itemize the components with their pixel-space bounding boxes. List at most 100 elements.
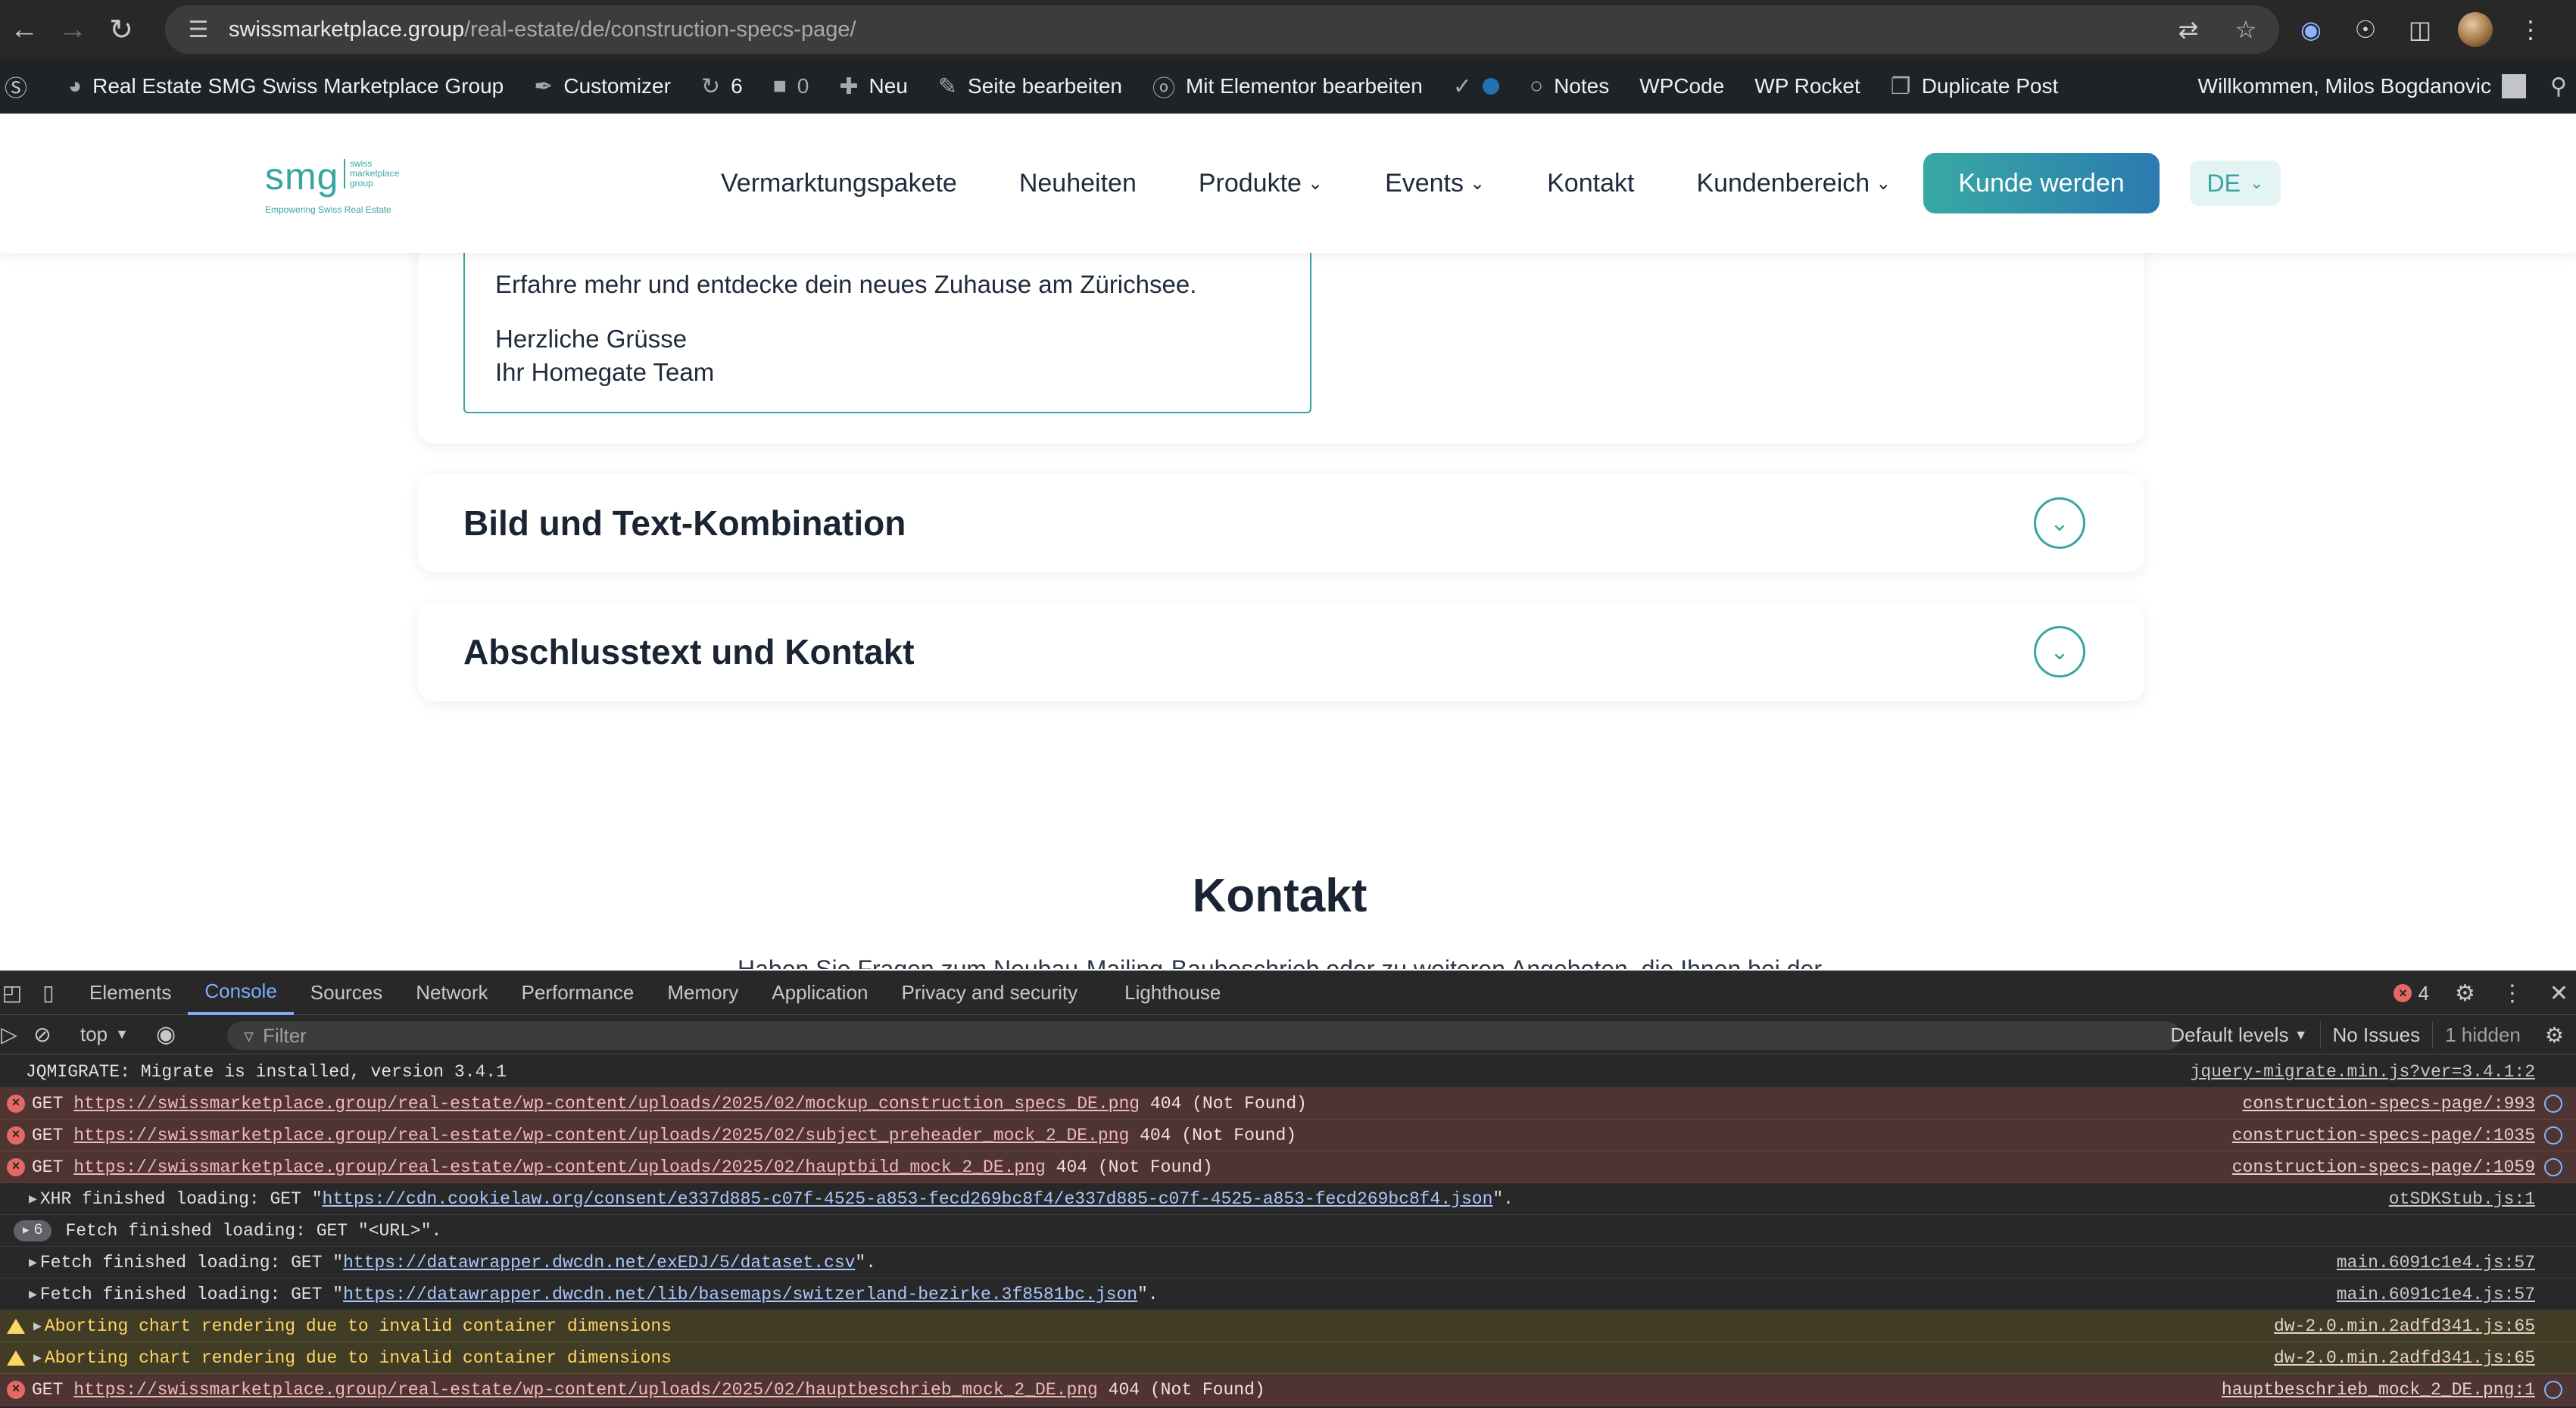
sidebar-toggle-icon[interactable]: ▷ (0, 1022, 18, 1047)
console-message[interactable]: ▶ Fetch finished loading: GET " https://d… (0, 1247, 2576, 1279)
tab-application[interactable]: Application (755, 971, 884, 1015)
compass-extension-icon[interactable]: ☉ (2349, 15, 2382, 44)
address-bar[interactable]: ☰ swissmarketplace.group/real-estate/de/… (165, 5, 2279, 54)
admin-bar-wpcode[interactable]: WPCode (1624, 59, 1739, 114)
expand-triangle-icon[interactable]: ▶ (33, 1350, 42, 1366)
tab-sources[interactable]: Sources (294, 971, 399, 1015)
site-info-icon[interactable]: ☰ (182, 13, 215, 46)
live-expression-eye-icon[interactable]: ◉ (156, 1021, 176, 1048)
smg-logo[interactable]: smg swiss marketplace group Empowering S… (265, 154, 432, 215)
request-url-link[interactable]: https://datawrapper.dwcdn.net/lib/basema… (343, 1285, 1137, 1304)
admin-bar-comments[interactable]: ■ 0 (758, 59, 825, 114)
message-source-link[interactable]: construction-specs-page/:1059 (2232, 1151, 2535, 1183)
back-icon[interactable]: ← (0, 5, 48, 54)
tab-network[interactable]: Network (399, 971, 504, 1015)
tab-performance[interactable]: Performance (505, 971, 651, 1015)
message-source-link[interactable]: dw-2.0.min.2adfd341.js:65 (2274, 1310, 2535, 1342)
console-error[interactable]: × GET https://swissmarketplace.group/rea… (0, 1088, 2576, 1120)
chevron-down-icon[interactable]: ⌄ (2034, 497, 2085, 549)
reload-icon[interactable]: ↻ (97, 5, 145, 54)
admin-bar-new[interactable]: ✚ Neu (824, 59, 923, 114)
admin-bar-edit-page[interactable]: ✎ Seite bearbeiten (923, 59, 1137, 114)
admin-bar-notes[interactable]: ○ Notes (1514, 59, 1624, 114)
console-filter-input[interactable]: ▿ Filter (227, 1021, 2181, 1050)
accordion-bild-text[interactable]: Bild und Text-Kombination ⌄ (418, 474, 2144, 572)
request-url-link[interactable]: https://datawrapper.dwcdn.net/exEDJ/5/da… (343, 1253, 855, 1272)
admin-bar-yoast[interactable]: ✓ (1438, 59, 1514, 114)
console-message[interactable]: JQMIGRATE: Migrate is installed, version… (0, 1056, 2576, 1088)
admin-search-icon[interactable]: ⚲ (2541, 59, 2576, 114)
context-selector[interactable]: top ▼ (80, 1023, 129, 1046)
console-warning[interactable]: ▶ Aborting chart rendering due to invali… (0, 1310, 2576, 1342)
request-url-link[interactable]: https://swissmarketplace.group/real-esta… (73, 1094, 1140, 1114)
become-customer-button[interactable]: Kunde werden (1923, 153, 2160, 213)
request-url-link[interactable]: https://swissmarketplace.group/real-esta… (73, 1157, 1046, 1177)
nav-events[interactable]: Events ⌄ (1385, 169, 1485, 198)
admin-bar-customizer[interactable]: ✒ Customizer (519, 59, 686, 114)
clear-console-icon[interactable]: ⊘ (18, 1022, 67, 1047)
message-source-link[interactable]: otSDKStub.js:1 (2389, 1183, 2535, 1215)
nav-produkte[interactable]: Produkte ⌄ (1199, 169, 1323, 198)
admin-bar-wprocket[interactable]: WP Rocket (1739, 59, 1876, 114)
message-source-link[interactable]: jquery-migrate.min.js?ver=3.4.1:2 (2191, 1056, 2535, 1088)
message-source-link[interactable]: dw-2.0.min.2adfd341.js:65 (2274, 1342, 2535, 1374)
group-count-badge[interactable]: ▶ 6 (14, 1220, 52, 1241)
language-select[interactable]: DE ⌄ (2190, 160, 2281, 206)
admin-bar-duplicate-post[interactable]: ❐ Duplicate Post (1876, 59, 2073, 114)
console-group[interactable]: ▶ 6 Fetch finished loading: GET "<URL>". (0, 1215, 2576, 1247)
url-text[interactable]: swissmarketplace.group/real-estate/de/co… (229, 17, 856, 42)
extensions-puzzle-icon[interactable]: ◫ (2403, 15, 2437, 44)
nav-neuheiten[interactable]: Neuheiten (1019, 169, 1137, 198)
admin-bar-site-name[interactable]: ◕ Real Estate SMG Swiss Marketplace Group (53, 59, 519, 114)
chevron-down-icon[interactable]: ⌄ (2034, 626, 2085, 678)
translate-icon[interactable]: ⇄ (2172, 15, 2205, 44)
expand-triangle-icon[interactable]: ▶ (29, 1286, 37, 1303)
tab-memory[interactable]: Memory (650, 971, 755, 1015)
console-error[interactable]: × GET https://swissmarketplace.group/rea… (0, 1374, 2576, 1406)
message-source-link[interactable]: construction-specs-page/:1035 (2232, 1120, 2535, 1151)
request-url-link[interactable]: https://swissmarketplace.group/real-esta… (73, 1380, 1098, 1400)
admin-bar-account[interactable]: Willkommen, Milos Bogdanovic (2183, 59, 2541, 114)
request-url-link[interactable]: https://cdn.cookielaw.org/consent/e337d8… (323, 1189, 1493, 1209)
issues-button[interactable]: No Issues (2319, 1021, 2433, 1048)
network-globe-icon[interactable] (2544, 1095, 2562, 1113)
message-source-link[interactable]: construction-specs-page/:993 (2243, 1088, 2535, 1120)
admin-bar-updates[interactable]: ↻ 6 (686, 59, 758, 114)
tab-privacy-security[interactable]: Privacy and security (885, 971, 1095, 1015)
console-message[interactable]: ▶ Fetch finished loading: GET " https://d… (0, 1279, 2576, 1310)
log-levels-dropdown[interactable]: Default levels ▼ (2158, 1021, 2319, 1048)
message-source-link[interactable]: main.6091c1e4.js:57 (2337, 1279, 2535, 1310)
error-count-badge[interactable]: × 4 (2394, 982, 2429, 1005)
devtools-menu-icon[interactable]: ⋮ (2501, 980, 2524, 1007)
wordpress-logo-icon[interactable]: Ⓢ (0, 59, 53, 114)
tab-lighthouse[interactable]: Lighthouse (1108, 971, 1237, 1015)
tab-console[interactable]: Console (188, 971, 294, 1015)
admin-bar-elementor[interactable]: ⓞ Mit Elementor bearbeiten (1137, 59, 1438, 114)
nav-kontakt[interactable]: Kontakt (1547, 169, 1634, 198)
device-toolbar-icon[interactable]: ▯ (24, 980, 73, 1005)
expand-triangle-icon[interactable]: ▶ (33, 1318, 42, 1335)
console-error[interactable]: × GET https://swissmarketplace.group/rea… (0, 1120, 2576, 1151)
browser-menu-icon[interactable]: ⋮ (2514, 15, 2547, 44)
inspect-element-icon[interactable]: ◰ (0, 980, 24, 1005)
console-message[interactable]: ▶ XHR finished loading: GET " https://cdn… (0, 1183, 2576, 1215)
profile-avatar[interactable] (2458, 12, 2493, 47)
network-globe-icon[interactable] (2544, 1158, 2562, 1176)
request-url-link[interactable]: https://swissmarketplace.group/real-esta… (73, 1126, 1129, 1145)
password-manager-icon[interactable]: ◉ (2294, 15, 2328, 44)
expand-triangle-icon[interactable]: ▶ (29, 1191, 37, 1207)
tab-elements[interactable]: Elements (73, 971, 188, 1015)
message-source-link[interactable]: main.6091c1e4.js:57 (2337, 1247, 2535, 1279)
nav-kundenbereich[interactable]: Kundenbereich ⌄ (1696, 169, 1891, 198)
console-settings-icon[interactable]: ⚙ (2533, 1021, 2576, 1048)
bookmark-star-icon[interactable]: ☆ (2229, 15, 2263, 44)
forward-icon[interactable]: → (48, 5, 97, 54)
expand-triangle-icon[interactable]: ▶ (29, 1254, 37, 1271)
network-globe-icon[interactable] (2544, 1381, 2562, 1399)
close-devtools-icon[interactable]: ✕ (2549, 980, 2568, 1007)
accordion-abschlusstext[interactable]: Abschlusstext und Kontakt ⌄ (418, 603, 2144, 701)
message-source-link[interactable]: hauptbeschrieb_mock_2_DE.png:1 (2222, 1374, 2535, 1406)
settings-gear-icon[interactable]: ⚙ (2455, 980, 2475, 1007)
console-error[interactable]: × GET https://swissmarketplace.group/rea… (0, 1151, 2576, 1183)
nav-vermarktungspakete[interactable]: Vermarktungspakete (721, 169, 957, 198)
